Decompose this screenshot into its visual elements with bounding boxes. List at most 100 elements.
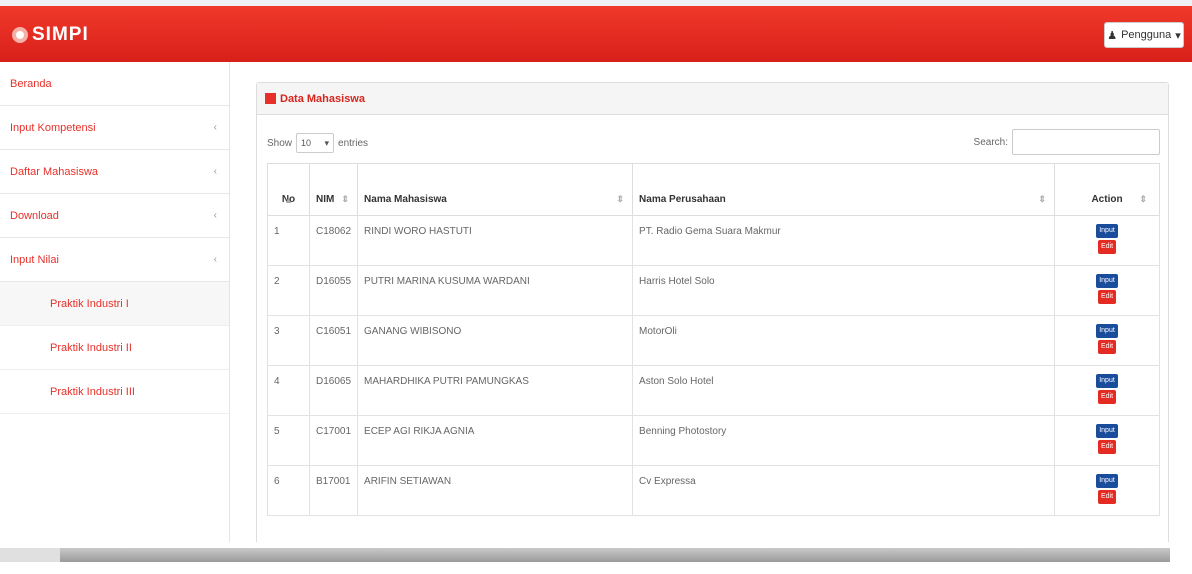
col-action[interactable]: Action ⇕ [1054,163,1160,216]
sidebar-item-label: Input Kompetensi [10,121,96,134]
scrollbar-thumb[interactable] [0,548,60,562]
user-icon: ♟ [1107,29,1118,42]
edit-button[interactable]: Edit [1098,490,1117,504]
user-menu-button[interactable]: ♟ Pengguna ▾ [1104,22,1184,48]
chevron-left-icon: ‹ [213,254,217,265]
sidebar-subitem-label: Praktik Industri II [50,341,132,354]
cell-no: 6 [267,465,310,516]
mahasiswa-table: No ▲ NIM ⇕ Nama Mahasiswa ⇕ Nama Perusah… [267,163,1160,516]
brand-logo[interactable]: SIMPI [12,24,89,46]
cell-nim: B17001 [308,465,359,516]
cell-no: 3 [267,315,310,366]
sort-icon: ⇕ [1038,194,1047,204]
cell-perusahaan: Cv Expressa [632,465,1056,516]
col-nim[interactable]: NIM ⇕ [308,163,359,216]
cell-no: 5 [267,415,310,466]
cell-nim: D16065 [308,365,359,416]
input-button[interactable]: Input [1096,324,1119,338]
edit-button[interactable]: Edit [1098,340,1117,354]
input-button[interactable]: Input [1096,424,1119,438]
brand-name: SIMPI [32,24,89,45]
search-input[interactable] [1012,129,1160,155]
input-button[interactable]: Input [1096,474,1119,488]
sidebar-subitem-praktik-industri-1[interactable]: Praktik Industri I [0,282,229,326]
cell-perusahaan: MotorOli [632,315,1056,366]
sort-icon: ⇕ [1139,194,1147,204]
cell-nama: ECEP AGI RIKJA AGNIA [357,415,634,466]
sidebar-item-input-kompetensi[interactable]: Input Kompetensi ‹ [0,106,229,150]
entries-select[interactable]: 10 ▾ [296,133,335,153]
chevron-left-icon: ‹ [213,122,217,133]
cell-action: Input Edit [1054,215,1160,266]
sort-asc-icon: ▲ [284,195,293,205]
table-row: 5 C17001 ECEP AGI RIKJA AGNIA Benning Ph… [267,415,1160,466]
show-label: Show [267,137,293,149]
cell-nim: C17001 [308,415,359,466]
sidebar-subitem-label: Praktik Industri I [50,297,129,310]
panel-title: Data Mahasiswa [280,92,365,105]
navbar: SIMPI ♟ Pengguna ▾ [0,6,1192,62]
main-content: Data Mahasiswa Show 10 ▾ entries Search: [231,62,1192,552]
sidebar-item-label: Beranda [10,77,52,90]
sidebar-subitem-label: Praktik Industri III [50,385,135,398]
entries-length: Show 10 ▾ entries [267,133,368,153]
sidebar-item-daftar-mahasiswa[interactable]: Daftar Mahasiswa ‹ [0,150,229,194]
data-panel: Data Mahasiswa Show 10 ▾ entries Search: [256,82,1169,552]
table-row: 2 D16055 PUTRI MARINA KUSUMA WARDANI Har… [267,265,1160,316]
cell-no: 4 [267,365,310,416]
sort-icon: ⇕ [341,194,350,204]
table-icon [265,93,276,104]
sidebar-item-label: Daftar Mahasiswa [10,165,99,178]
cell-nama: ARIFIN SETIAWAN [357,465,634,516]
cell-action: Input Edit [1054,465,1160,516]
cell-action: Input Edit [1054,315,1160,366]
cell-nama: GANANG WIBISONO [357,315,634,366]
horizontal-scrollbar[interactable] [20,548,1170,562]
cell-action: Input Edit [1054,365,1160,416]
col-nama-mahasiswa[interactable]: Nama Mahasiswa ⇕ [357,163,634,216]
cell-nama: PUTRI MARINA KUSUMA WARDANI [357,265,634,316]
sort-icon: ⇕ [616,194,625,204]
cell-nama: MAHARDHIKA PUTRI PAMUNGKAS [357,365,634,416]
sidebar-item-label: Input Nilai [10,253,59,266]
cell-nim: C16051 [308,315,359,366]
table-controls: Show 10 ▾ entries Search: [267,125,1160,155]
cell-nama: RINDI WORO HASTUTI [357,215,634,266]
panel-header: Data Mahasiswa [257,83,1168,115]
sidebar-item-download[interactable]: Download ‹ [0,194,229,238]
chevron-left-icon: ‹ [213,166,217,177]
cell-perusahaan: PT. Radio Gema Suara Makmur [632,215,1056,266]
input-button[interactable]: Input [1096,224,1119,238]
col-no[interactable]: No ▲ [267,163,310,216]
cell-perusahaan: Harris Hotel Solo [632,265,1056,316]
edit-button[interactable]: Edit [1098,290,1117,304]
search-box: Search: [974,129,1160,155]
cell-no: 1 [267,215,310,266]
chevron-left-icon: ‹ [213,210,217,221]
chevron-down-icon: ▾ [324,137,330,148]
logo-icon [12,27,28,43]
sidebar-item-input-nilai[interactable]: Input Nilai ‹ [0,238,229,282]
edit-button[interactable]: Edit [1098,440,1117,454]
edit-button[interactable]: Edit [1098,240,1117,254]
input-button[interactable]: Input [1096,374,1119,388]
col-nama-perusahaan[interactable]: Nama Perusahaan ⇕ [632,163,1056,216]
input-button[interactable]: Input [1096,274,1119,288]
user-label: Pengguna [1121,29,1172,41]
table-row: 1 C18062 RINDI WORO HASTUTI PT. Radio Ge… [267,215,1160,266]
cell-action: Input Edit [1054,265,1160,316]
sidebar-item-beranda[interactable]: Beranda [0,62,229,106]
sidebar: Beranda Input Kompetensi ‹ Daftar Mahasi… [0,62,230,542]
entries-value: 10 [301,138,312,148]
cell-perusahaan: Aston Solo Hotel [632,365,1056,416]
edit-button[interactable]: Edit [1098,390,1117,404]
table-header-row: No ▲ NIM ⇕ Nama Mahasiswa ⇕ Nama Perusah… [267,163,1160,216]
sidebar-item-label: Download [10,209,59,222]
search-label: Search: [973,136,1008,148]
sidebar-subitem-praktik-industri-3[interactable]: Praktik Industri III [0,370,229,414]
table-row: 3 C16051 GANANG WIBISONO MotorOli Input … [267,315,1160,366]
sidebar-subitem-praktik-industri-2[interactable]: Praktik Industri II [0,326,229,370]
app-window: SIMPI ♟ Pengguna ▾ Beranda Input Kompete… [0,0,1192,574]
chevron-down-icon: ▾ [1175,29,1181,42]
cell-perusahaan: Benning Photostory [632,415,1056,466]
